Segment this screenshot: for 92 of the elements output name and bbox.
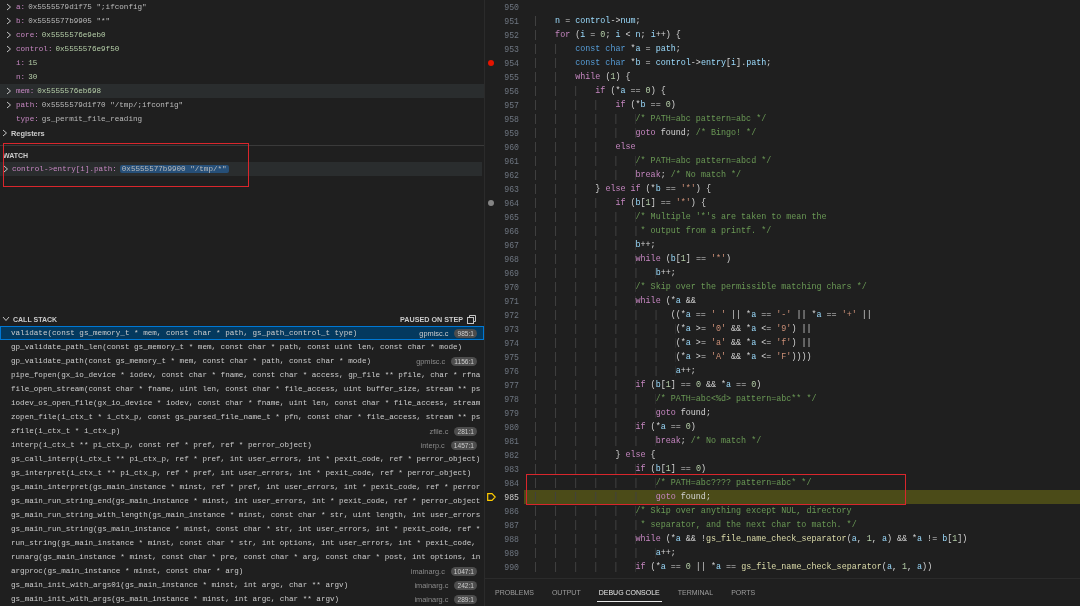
code-line: if (b[1] == 0) (524, 462, 1080, 476)
line-number: 990 (503, 562, 519, 572)
code-line: break; /* No match */ (524, 168, 1080, 182)
code-line: /* PATH=abc<%d> pattern=abc** */ (524, 392, 1080, 406)
code-line: if (*a == 0 || *a == gs_file_name_check_separator(a, 1, a)) (524, 560, 1080, 574)
line-number: 986 (503, 506, 519, 516)
chevron-icon[interactable] (6, 17, 12, 25)
line-number: 963 (503, 184, 519, 194)
line-number: 975 (503, 352, 519, 362)
line-number: 980 (503, 422, 519, 432)
line-number: 972 (503, 310, 519, 320)
code-line: * output from a printf. */ (524, 224, 1080, 238)
breakpoint-icon[interactable] (488, 60, 494, 66)
line-number: 967 (503, 240, 519, 250)
chevron-icon[interactable] (2, 316, 10, 322)
line-number: 950 (503, 2, 519, 12)
chevron-icon[interactable] (6, 31, 12, 39)
line-number: 955 (503, 72, 519, 82)
code-line: /* Skip over the permissible matching chars */ (524, 280, 1080, 294)
line-number: 977 (503, 380, 519, 390)
code-line: const char *a = path; (524, 42, 1080, 56)
line-number: 984 (503, 478, 519, 488)
chevron-icon[interactable] (6, 3, 12, 11)
code-line: (*a >= 'a' && *a <= 'f') || (524, 336, 1080, 350)
code-line: } else if (*b == '*') { (524, 182, 1080, 196)
collapse-all-icon[interactable] (467, 314, 476, 324)
line-number: 971 (503, 296, 519, 306)
line-number: 959 (503, 128, 519, 138)
code-line: b++; (524, 238, 1080, 252)
breakpoint-icon[interactable] (488, 200, 494, 206)
code-line: const char *b = control->entry[i].path; (524, 56, 1080, 70)
line-number: 979 (503, 408, 519, 418)
code-line: else (524, 140, 1080, 154)
code-line: /* Multiple '*'s are taken to mean the (524, 210, 1080, 224)
code-line: * separator, and the next char to match. */ (524, 518, 1080, 532)
line-number: 988 (503, 534, 519, 544)
code-line: /* PATH=abc???? pattern=abc* */ (524, 476, 1080, 490)
chevron-icon[interactable] (6, 101, 12, 109)
code-line: if (b[1] == '*') { (524, 196, 1080, 210)
line-number: 968 (503, 254, 519, 264)
code-line: for (i = 0; i < n; i++) { (524, 28, 1080, 42)
code-line: a++; (524, 364, 1080, 378)
line-number: 985 (503, 492, 519, 502)
line-number: 961 (503, 156, 519, 166)
line-number: 973 (503, 324, 519, 334)
code-line: if (b[1] == 0 && *a == 0) (524, 378, 1080, 392)
code-line: } else { (524, 448, 1080, 462)
code-line: /* PATH=abc pattern=abcd */ (524, 154, 1080, 168)
code-line: break; /* No match */ (524, 434, 1080, 448)
line-number: 970 (503, 282, 519, 292)
line-number: 983 (503, 464, 519, 474)
code-line: b++; (524, 266, 1080, 280)
code-line: (*a >= '0' && *a <= '9') || (524, 322, 1080, 336)
line-number: 981 (503, 436, 519, 446)
code-line: if (*b == 0) (524, 98, 1080, 112)
chevron-icon[interactable] (3, 165, 9, 173)
code-line: goto found; /* Bingo! */ (524, 126, 1080, 140)
code-line: goto found; (524, 406, 1080, 420)
line-number: 957 (503, 100, 519, 110)
line-number: 969 (503, 268, 519, 278)
code-line: while (*a && (524, 294, 1080, 308)
line-number: 966 (503, 226, 519, 236)
line-number: 964 (503, 198, 519, 208)
chevron-icon[interactable] (2, 129, 8, 137)
chevron-icon[interactable] (6, 45, 12, 53)
code-line: if (*a == 0) { (524, 84, 1080, 98)
line-number: 962 (503, 170, 519, 180)
code-line: (*a >= 'A' && *a <= 'F')))) (524, 350, 1080, 364)
line-number: 978 (503, 394, 519, 404)
chevron-icon[interactable] (6, 87, 12, 95)
line-number: 982 (503, 450, 519, 460)
line-number: 976 (503, 366, 519, 376)
code-line: while (*a && !gs_file_name_check_separator(a, 1, a) && *a != b[1]) (524, 532, 1080, 546)
line-number: 952 (503, 30, 519, 40)
code-line: /* Skip over anything except NUL, directory (524, 504, 1080, 518)
line-number: 989 (503, 548, 519, 558)
line-number: 958 (503, 114, 519, 124)
line-number: 956 (503, 86, 519, 96)
line-number: 953 (503, 44, 519, 54)
code-line: while (b[1] == '*') (524, 252, 1080, 266)
code-line: /* PATH=abc pattern=abc */ (524, 112, 1080, 126)
code-line: a++; (524, 546, 1080, 560)
code-line: n = control->num; (524, 14, 1080, 28)
line-number: 951 (503, 16, 519, 26)
code-line: if (*a == 0) (524, 420, 1080, 434)
code-line: ((*a == ' ' || *a == '-' || *a == '+' || (524, 308, 1080, 322)
line-number: 987 (503, 520, 519, 530)
line-number: 954 (503, 58, 519, 68)
line-number: 965 (503, 212, 519, 222)
line-number: 974 (503, 338, 519, 348)
code-line: while (1) { (524, 70, 1080, 84)
line-number: 960 (503, 142, 519, 152)
